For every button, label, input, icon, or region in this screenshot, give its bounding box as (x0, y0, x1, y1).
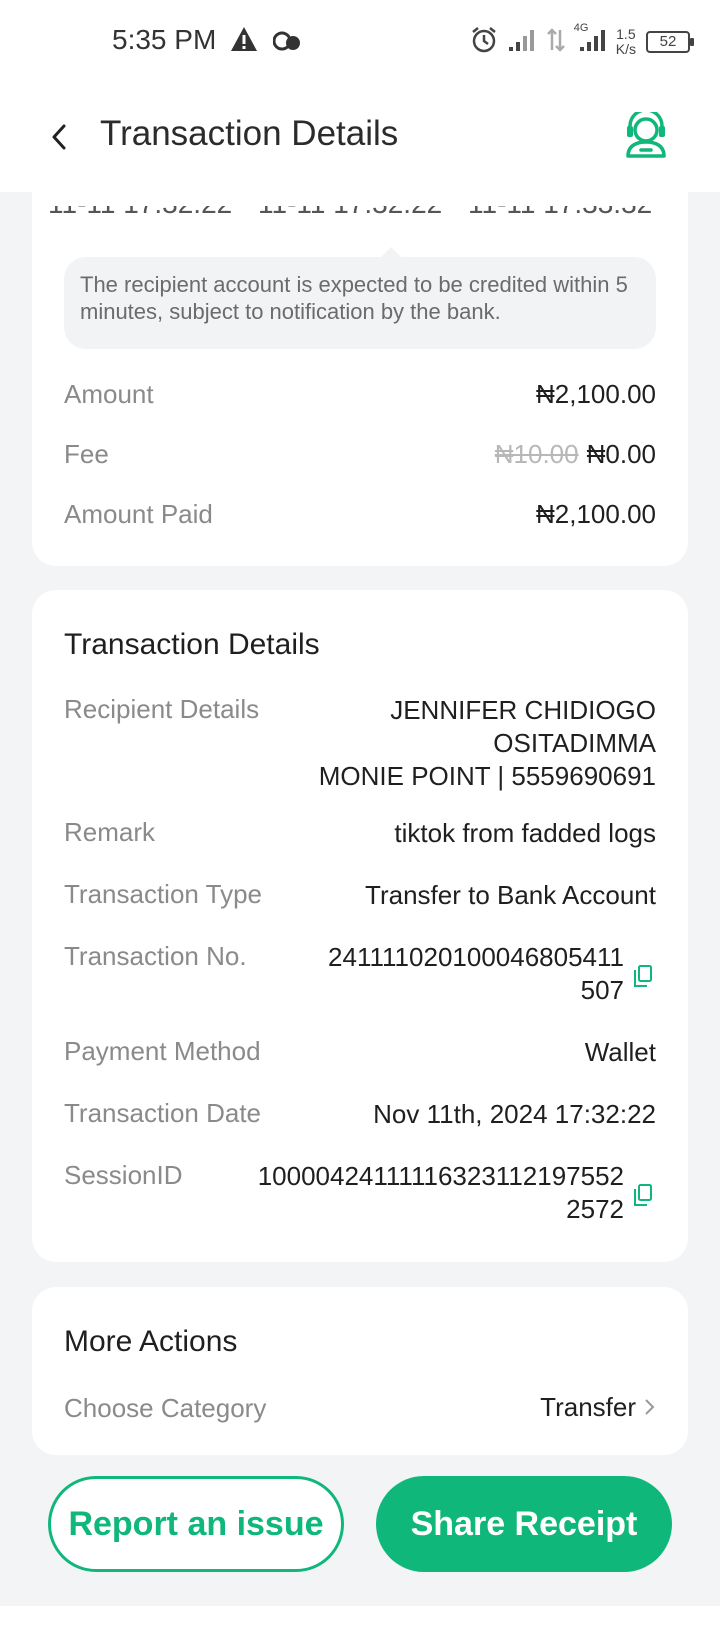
session-id-label: SessionID (64, 1160, 183, 1190)
timeline-time-3: 11-11 17:33:32 (468, 206, 652, 220)
transaction-no-label: Transaction No. (64, 941, 247, 971)
recipient-label: Recipient Details (64, 694, 260, 724)
fee-row: Fee ₦10.00 ₦0.00 (64, 434, 656, 474)
transaction-no-line1: 24111102010004680541​1 (328, 942, 624, 972)
speed-unit: K/s (615, 41, 636, 57)
transaction-date-row: Transaction Date Nov 11th, 2024 17:32:22 (64, 1098, 656, 1134)
payment-method-value: Wallet (584, 1037, 656, 1067)
signal-icon (508, 28, 536, 57)
amount-paid-row: Amount Paid ₦2,100.00 (64, 494, 656, 534)
details-title: Transaction Details (64, 628, 320, 661)
status-indicators: 4G 1.5 K/s 52 (470, 22, 694, 62)
session-id-line2: 2572 (566, 1194, 624, 1224)
transaction-date-value: Nov 11th, 2024 17:32:22 (373, 1099, 656, 1129)
recipient-row: Recipient Details JENNIFER CHIDIOGO OSIT… (64, 694, 656, 794)
transfer-summary-card: 11-11 17:32:22 11-11 17:32:22 11-11 17:3… (32, 192, 688, 566)
payment-method-row: Payment Method Wallet (64, 1036, 656, 1072)
customer-support-icon[interactable] (624, 108, 668, 163)
recipient-bank-account: MONIE POINT | 5559690691 (318, 761, 656, 791)
signal-4g-icon: 4G (574, 22, 606, 57)
session-id-value: 100004241111163231121975​52 2572 (258, 1160, 624, 1226)
status-timeline: 11-11 17:32:22 11-11 17:32:22 11-11 17:3… (48, 206, 688, 242)
remark-value: tiktok from fadded logs (394, 818, 656, 848)
remark-label: Remark (64, 817, 156, 847)
transaction-no-value: 24111102010004680541​1 507 (328, 941, 624, 1007)
transaction-type-value: Transfer to Bank Account (365, 880, 656, 910)
app-header: Transaction Details (0, 82, 720, 192)
transaction-type-row: Transaction Type Transfer to Bank Accoun… (64, 879, 656, 915)
remark-row: Remark tiktok from fadded logs (64, 817, 656, 853)
recipient-name-line2: OSITADIMMA (493, 728, 656, 758)
battery-icon: 52 (646, 31, 694, 53)
fee-label: Fee (64, 438, 109, 469)
transaction-no-row: Transaction No. 24111102010004680541​1 5… (64, 941, 656, 1011)
chevron-right-icon (644, 1393, 656, 1424)
amount-row: Amount ₦2,100.00 (64, 374, 656, 414)
transaction-type-label: Transaction Type (64, 879, 262, 909)
fee-value: ₦0.00 (586, 438, 656, 469)
amount-paid-label: Amount Paid (64, 498, 213, 529)
chevron-left-icon[interactable] (48, 120, 72, 159)
transaction-date-label: Transaction Date (64, 1098, 262, 1128)
timeline-time-2: 11-11 17:32:22 (258, 206, 442, 220)
more-actions-card: More Actions Choose Category Transfer (32, 1287, 688, 1455)
category-value-wrap: Transfer (540, 1392, 656, 1425)
transaction-no-line2: 507 (580, 975, 624, 1005)
network-speed: 1.5 K/s (616, 27, 636, 57)
choose-category-row[interactable]: Choose Category Transfer (64, 1388, 656, 1428)
recipient-name-line1: JENNIFER CHIDIOGO (390, 695, 656, 725)
timeline-time-1: 11-11 17:32:22 (48, 206, 232, 220)
session-id-line1: 100004241111163231121975​52 (257, 1161, 624, 1191)
data-transfer-icon (546, 27, 566, 57)
notification-icon (272, 30, 303, 57)
copy-icon[interactable] (634, 1182, 652, 1213)
notice-pointer (381, 247, 401, 257)
copy-icon[interactable] (634, 963, 652, 994)
category-value: Transfer (540, 1391, 636, 1422)
fee-values: ₦10.00 ₦0.00 (495, 439, 656, 470)
transaction-details-card: Transaction Details Recipient Details JE… (32, 590, 688, 1262)
report-issue-button[interactable]: Report an issue (48, 1476, 344, 1572)
choose-category-label: Choose Category (64, 1392, 267, 1423)
credit-notice: The recipient account is expected to be … (64, 257, 656, 349)
amount-value: ₦2,100.00 (536, 378, 656, 409)
share-receipt-button[interactable]: Share Receipt (376, 1476, 672, 1572)
more-actions-title: More Actions (64, 1325, 238, 1358)
amount-label: Amount (64, 378, 154, 409)
speed-value: 1.5 (616, 26, 636, 42)
status-time: 5:35 PM (112, 24, 217, 55)
payment-method-label: Payment Method (64, 1036, 261, 1066)
amount-paid-value: ₦2,100.00 (536, 498, 656, 529)
network-type: 4G (573, 21, 589, 34)
alarm-icon (470, 26, 498, 59)
session-id-row: SessionID 100004241111163231121975​52 25… (64, 1160, 656, 1230)
recipient-value: JENNIFER CHIDIOGO OSITADIMMA MONIE POINT… (319, 694, 656, 793)
status-bar: 5:35 PM 4G 1.5 K/s 52 (0, 0, 720, 82)
warning-icon (230, 26, 258, 57)
bottom-safe-area (0, 1606, 720, 1640)
fee-original: ₦10.00 (494, 438, 579, 469)
page-title: Transaction Details (100, 114, 399, 153)
